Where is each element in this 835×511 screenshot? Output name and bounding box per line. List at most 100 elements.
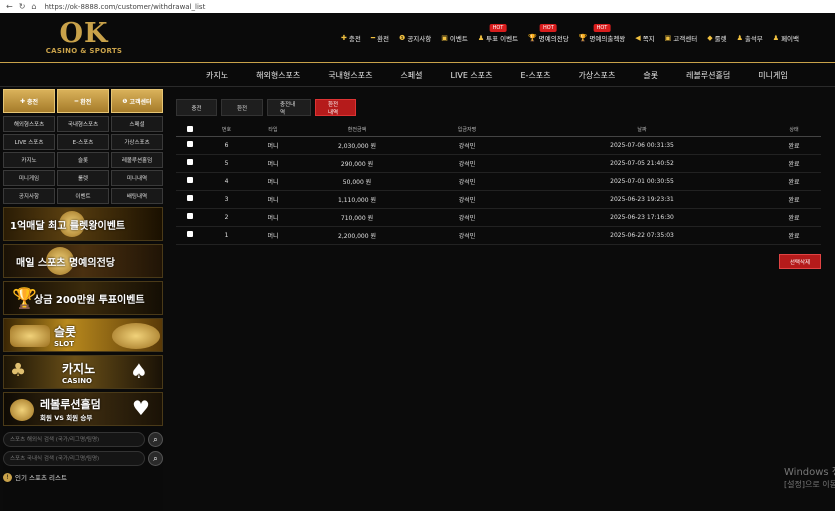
overseas-search-input[interactable] <box>3 432 145 447</box>
top-link-label: 환전 <box>377 35 390 43</box>
quick-button-label: 환전 <box>80 98 92 106</box>
category-button[interactable]: 가상스포츠 <box>111 134 163 150</box>
tab-2[interactable]: 환전 <box>221 99 263 116</box>
row-checkbox[interactable] <box>187 195 193 201</box>
main-nav-item[interactable]: 슬롯 <box>629 70 672 81</box>
row-checkbox[interactable] <box>187 177 193 183</box>
top-link-icon: ▣ <box>441 34 448 42</box>
banner-casino[interactable]: ♣ ♠ 카지노 CASINO <box>3 355 163 389</box>
table-row[interactable]: 2 머니 710,000 원 강석민 2025-06-23 17:16:30 완료 <box>176 208 821 227</box>
row-checkbox[interactable] <box>187 213 193 219</box>
cell-amount: 1,110,000 원 <box>297 190 417 209</box>
category-button[interactable]: E-스포츠 <box>57 134 109 150</box>
main-nav-item[interactable]: 레볼루션홀덤 <box>672 70 744 81</box>
main-nav-item[interactable]: 카지노 <box>192 70 242 81</box>
top-link-icon: ♟ <box>736 34 743 42</box>
table-row[interactable]: 4 머니 50,000 원 강석민 2025-07-01 00:30:55 완료 <box>176 172 821 191</box>
search-icon[interactable]: ⌕ <box>148 451 163 466</box>
banner-vote-event[interactable]: 🏆 상금 200만원 투표이벤트 <box>3 281 163 315</box>
top-link-item[interactable]: ♟ 페이백 <box>768 33 804 43</box>
banner-revolution-holdem[interactable]: ♥ 레볼루션홀덤 회원 VS 회원 승부 <box>3 392 163 426</box>
table-row[interactable]: 5 머니 290,000 원 강석민 2025-07-05 21:40:52 완료 <box>176 154 821 173</box>
banner-hall-of-fame[interactable]: 매일 스포츠 명예의전당 <box>3 244 163 278</box>
select-all-checkbox[interactable] <box>187 125 193 132</box>
cell-type: 머니 <box>249 190 297 209</box>
table-row[interactable]: 6 머니 2,030,000 원 강석민 2025-07-06 00:31:35 완료 <box>176 136 821 155</box>
main-nav-item[interactable]: 국내형스포츠 <box>314 70 386 81</box>
quick-button[interactable]: ✚ 충전 <box>3 89 55 113</box>
category-button[interactable]: 공지사항 <box>3 188 55 204</box>
info-icon: ! <box>3 472 12 482</box>
search-icon[interactable]: ⌕ <box>148 432 163 447</box>
back-icon[interactable]: ← <box>6 2 13 11</box>
category-button[interactable]: LIVE 스포츠 <box>3 134 55 150</box>
top-link-item[interactable]: HOT 🏆 명예의전당 <box>523 24 574 43</box>
top-link-item[interactable]: ▣ 고객센터 <box>660 33 703 43</box>
top-link-item[interactable]: ❶ 공지사항 <box>394 33 436 43</box>
cell-status: 완료 <box>767 208 821 227</box>
cell-checkbox <box>176 154 204 173</box>
category-grid: 해외형스포츠 국내형스포츠 스페셜 LIVE 스포츠 E-스포츠 가상스포츠카지노 슬롯 레볼… <box>3 116 163 204</box>
category-button[interactable]: 미니게임 <box>3 170 55 186</box>
category-button[interactable]: 미니내역 <box>111 170 163 186</box>
banner-slot[interactable]: 슬롯 SLOT <box>3 318 163 352</box>
quick-button[interactable]: ❶ 고객센터 <box>111 89 163 113</box>
main-nav-item[interactable]: 스페셜 <box>386 70 436 81</box>
tab-4[interactable]: 환전내역 <box>315 99 356 116</box>
top-link-label: 페이백 <box>781 35 800 43</box>
top-link-item[interactable]: HOT ♟ 투표 이벤트 <box>473 24 523 43</box>
cell-type: 머니 <box>249 136 297 155</box>
top-link-item[interactable]: ✚ 충전 <box>336 33 366 43</box>
table-row[interactable]: 1 머니 2,200,000 원 강석민 2025-06-22 07:35:03 완료 <box>176 226 821 245</box>
cell-date: 2025-06-22 07:35:03 <box>517 226 767 245</box>
cell-no: 1 <box>204 226 249 245</box>
category-button[interactable]: 스페셜 <box>111 116 163 132</box>
cell-checkbox <box>176 208 204 227</box>
row-checkbox[interactable] <box>187 141 193 147</box>
top-link-label: 출석부 <box>744 35 763 43</box>
category-button[interactable]: 배팅내역 <box>111 188 163 204</box>
tab-3[interactable]: 충전내역 <box>267 99 311 116</box>
domestic-search-input[interactable] <box>3 451 145 466</box>
home-icon[interactable]: ⌂ <box>31 2 36 11</box>
cell-type: 머니 <box>249 172 297 191</box>
banner-subtitle: 회원 VS 회원 승부 <box>40 414 93 422</box>
category-button[interactable]: 이벤트 <box>57 188 109 204</box>
banner-text: 1억매달 최고 룰렛왕이벤트 <box>10 220 126 232</box>
top-link-item[interactable]: ◆ 룰렛 <box>702 33 731 43</box>
category-button[interactable]: 룰렛 <box>57 170 109 186</box>
row-checkbox[interactable] <box>187 231 193 237</box>
banner-roulette-king[interactable]: 1억매달 최고 룰렛왕이벤트 <box>3 207 163 241</box>
category-button[interactable]: 레볼루션홀덤 <box>111 152 163 168</box>
category-button[interactable]: 해외형스포츠 <box>3 116 55 132</box>
top-link-item[interactable]: ▣ 이벤트 <box>436 33 473 43</box>
tab-1[interactable]: 충전 <box>176 99 217 116</box>
cell-name: 강석민 <box>417 136 517 155</box>
row-checkbox[interactable] <box>187 159 193 165</box>
site-logo[interactable]: OK CASINO & SPORTS <box>44 20 124 55</box>
popular-sports-header: ! 인기 스포츠 리스트 <box>3 472 163 482</box>
top-link-item[interactable]: ◀ 쪽지 <box>630 33 659 43</box>
delete-selected-button[interactable]: 선택삭제 <box>779 254 821 269</box>
main-nav-item[interactable]: E-스포츠 <box>507 70 565 81</box>
category-button[interactable]: 슬롯 <box>57 152 109 168</box>
url-text[interactable]: https://ok-8888.com/customer/withdrawal_… <box>44 3 205 11</box>
reload-icon[interactable]: ↻ <box>19 2 26 11</box>
top-link-item[interactable]: ━ 환전 <box>366 33 394 43</box>
main-nav-item[interactable]: 해외형스포츠 <box>242 70 314 81</box>
main-nav-item[interactable]: LIVE 스포츠 <box>437 70 507 81</box>
top-link-icon: ◀ <box>635 34 641 42</box>
quick-button[interactable]: ━ 환전 <box>57 89 109 113</box>
top-link-item[interactable]: HOT 🏆 명예의출첵왕 <box>574 24 631 43</box>
top-link-label: 공지사항 <box>407 35 432 43</box>
cell-date: 2025-07-06 00:31:35 <box>517 136 767 155</box>
main-nav-item[interactable]: 미니게임 <box>744 70 801 81</box>
main-nav-item[interactable]: 가상스포츠 <box>565 70 630 81</box>
top-link-item[interactable]: ♟ 출석부 <box>732 33 768 43</box>
top-link-label: 명예의전당 <box>538 35 569 43</box>
cell-status: 완료 <box>767 154 821 173</box>
table-row[interactable]: 3 머니 1,110,000 원 강석민 2025-06-23 19:23:31 완료 <box>176 190 821 209</box>
category-button[interactable]: 국내형스포츠 <box>57 116 109 132</box>
cell-amount: 50,000 원 <box>297 172 417 191</box>
category-button[interactable]: 카지노 <box>3 152 55 168</box>
